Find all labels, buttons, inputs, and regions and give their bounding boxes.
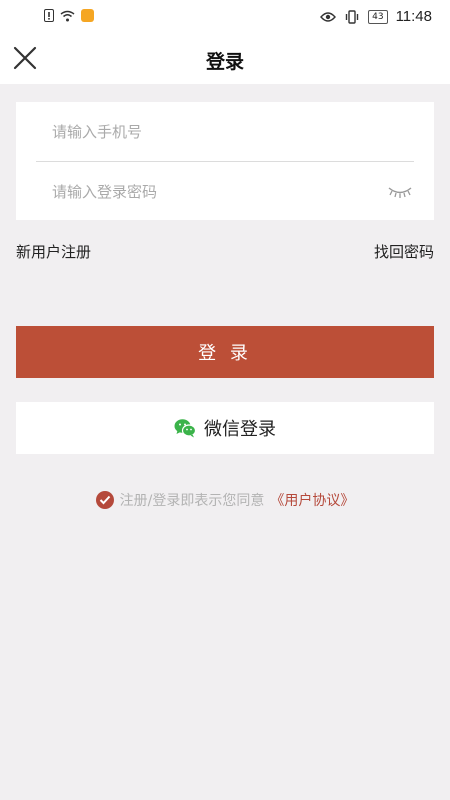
status-bar: 43 11:48 [0, 0, 450, 34]
forgot-password-link[interactable]: 找回密码 [374, 241, 434, 262]
wifi-icon [60, 10, 75, 21]
agreement-checkbox[interactable] [95, 491, 114, 509]
alert-icon [44, 9, 54, 22]
register-link[interactable]: 新用户注册 [16, 241, 91, 262]
wechat-icon [174, 419, 196, 438]
status-right-icons: 43 11:48 [320, 8, 432, 25]
phone-input[interactable] [36, 103, 372, 161]
eye-closed-icon[interactable] [386, 183, 414, 201]
password-input[interactable] [36, 163, 372, 221]
battery-indicator: 43 [368, 9, 388, 24]
login-form [16, 102, 434, 221]
status-time: 11:48 [395, 8, 432, 25]
password-field-row [36, 163, 414, 221]
status-left-icons [44, 9, 94, 22]
form-divider [36, 161, 414, 162]
wechat-login-button[interactable]: 微信登录 [16, 402, 434, 454]
eye-comfort-icon [320, 11, 337, 22]
user-agreement-link[interactable]: 《用户协议》 [270, 490, 354, 510]
login-button[interactable]: 登 录 [16, 326, 434, 378]
agreement-row: 注册/登录即表示您同意 《用户协议》 [0, 490, 450, 510]
login-button-label: 登 录 [198, 343, 252, 364]
page-title: 登录 [205, 51, 244, 73]
nav-bar: 登录 [0, 34, 450, 84]
app-notification-icon [81, 9, 94, 22]
agreement-text: 注册/登录即表示您同意 [119, 493, 265, 509]
wechat-login-label: 微信登录 [204, 419, 276, 440]
phone-field-row [36, 103, 414, 161]
check-icon [99, 495, 110, 505]
vibrate-icon [345, 9, 359, 24]
